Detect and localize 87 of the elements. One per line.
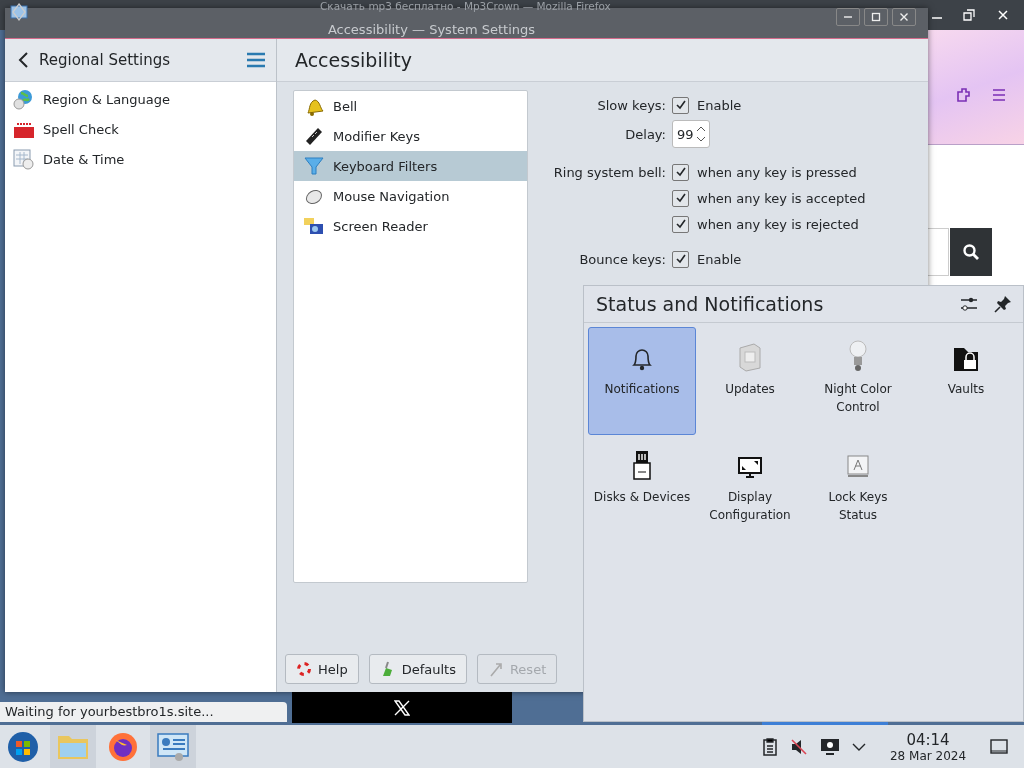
restore-icon[interactable] [962, 8, 976, 22]
category-item[interactable]: Screen Reader [294, 211, 527, 241]
sidebar-item[interactable]: Date & Time [5, 144, 276, 174]
minimize-icon [844, 16, 852, 18]
category-item[interactable]: Modifier Keys [294, 121, 527, 151]
close-icon [899, 12, 909, 22]
applet-item[interactable]: Notifications [588, 327, 696, 435]
applet-item[interactable]: Updates [696, 327, 804, 435]
close-icon[interactable] [996, 8, 1010, 22]
keyboard-key-icon [846, 454, 870, 480]
package-icon [737, 342, 763, 372]
delay-spinbox[interactable]: 99 [672, 120, 710, 148]
applet-item[interactable]: Night Color Control [804, 327, 912, 435]
popup-title: Status and Notifications [596, 293, 825, 315]
checkmark-icon [674, 99, 687, 111]
lifebuoy-icon [296, 661, 312, 677]
show-desktop-icon[interactable] [990, 738, 1008, 755]
browser-icon [107, 730, 139, 763]
menu-icon[interactable] [246, 52, 266, 68]
applet-item[interactable]: Vaults [912, 327, 1020, 435]
category-item[interactable]: Bell [294, 91, 527, 121]
maximize-icon [871, 12, 881, 22]
sidebar-item[interactable]: Spell Check [5, 114, 276, 144]
clock-date: 28 Mar 2024 [889, 748, 967, 763]
clock-time: 04:14 [906, 730, 950, 749]
usb-drive-icon [632, 450, 652, 480]
extensions-icon[interactable] [955, 86, 973, 104]
muted-speaker-icon[interactable] [790, 737, 808, 756]
screen-reader-icon [303, 215, 325, 237]
reset-arrow-icon [487, 661, 504, 677]
bell-icon [630, 346, 654, 372]
sidebar-item[interactable]: Region & Language [5, 84, 276, 114]
applet-item[interactable]: Disks & Devices [588, 435, 696, 543]
close-button[interactable] [892, 8, 916, 26]
checkmark-icon [674, 218, 687, 230]
pin-icon[interactable] [993, 294, 1013, 314]
browser-status-text: Waiting for yourbestbro1s.site... [0, 702, 287, 722]
checkbox[interactable]: when any key is rejected [672, 215, 859, 233]
menu-icon[interactable] [991, 88, 1007, 102]
applet-item[interactable]: Display Configuration [696, 435, 804, 543]
field-label: Delay: [625, 126, 666, 142]
chevron-down-icon[interactable] [852, 741, 866, 752]
clock[interactable]: 04:14 28 Mar 2024 [878, 730, 978, 763]
sidebar-title: Regional Settings [39, 51, 171, 69]
checkbox[interactable]: when any key is accepted [672, 189, 866, 207]
minimize-button[interactable] [836, 8, 860, 26]
browser-window-title: Скачать mp3 бесплатно - Mp3Crown — Mozilla Firefox [320, 0, 611, 12]
checkbox[interactable]: Enable [672, 96, 742, 114]
start-orb-icon [7, 730, 39, 763]
checkmark-icon [674, 253, 687, 265]
checkbox-box[interactable] [672, 163, 689, 181]
dialog-button[interactable]: Defaults [368, 654, 467, 684]
globe-icon [13, 88, 35, 110]
checkbox-box[interactable] [672, 96, 689, 114]
checkbox-box[interactable] [672, 189, 689, 207]
remote-control-icon [303, 125, 325, 147]
maximize-button[interactable] [864, 8, 888, 26]
checkmark-icon [674, 166, 687, 178]
back-icon[interactable] [17, 51, 29, 69]
category-item[interactable]: Keyboard Filters [294, 151, 527, 181]
padlock-folder-icon [953, 346, 979, 372]
search-icon [962, 243, 980, 261]
monitor-icon[interactable] [820, 737, 840, 756]
window-menu-icon[interactable] [9, 2, 29, 22]
field-label: Slow keys: [597, 97, 666, 113]
window-title: Accessibility — System Settings [326, 20, 537, 37]
spin-arrows-icon [695, 124, 706, 144]
search-button[interactable] [950, 228, 992, 276]
checkbox-box[interactable] [672, 215, 689, 233]
dialog-button[interactable]: Help [285, 654, 359, 684]
checkbox[interactable]: Enable [672, 250, 742, 268]
field-label: Ring system bell: [553, 164, 666, 180]
lightbulb-icon [848, 338, 868, 372]
funnel-icon [303, 155, 325, 177]
clipboard-icon[interactable] [762, 737, 778, 756]
applet-item[interactable]: Lock Keys Status [804, 435, 912, 543]
category-item[interactable]: Mouse Navigation [294, 181, 527, 211]
settings-window-icon [157, 732, 189, 761]
checkmark-icon [674, 192, 687, 204]
calendar-icon [13, 148, 35, 170]
field-label: Bounce keys: [579, 251, 666, 267]
page-title: Accessibility [295, 49, 412, 71]
checkbox-box[interactable] [672, 250, 689, 268]
system-settings-button[interactable] [150, 725, 196, 768]
monitor-icon [737, 456, 763, 480]
checkbox[interactable]: when any key is pressed [672, 163, 857, 181]
x-logo-icon [394, 699, 410, 716]
